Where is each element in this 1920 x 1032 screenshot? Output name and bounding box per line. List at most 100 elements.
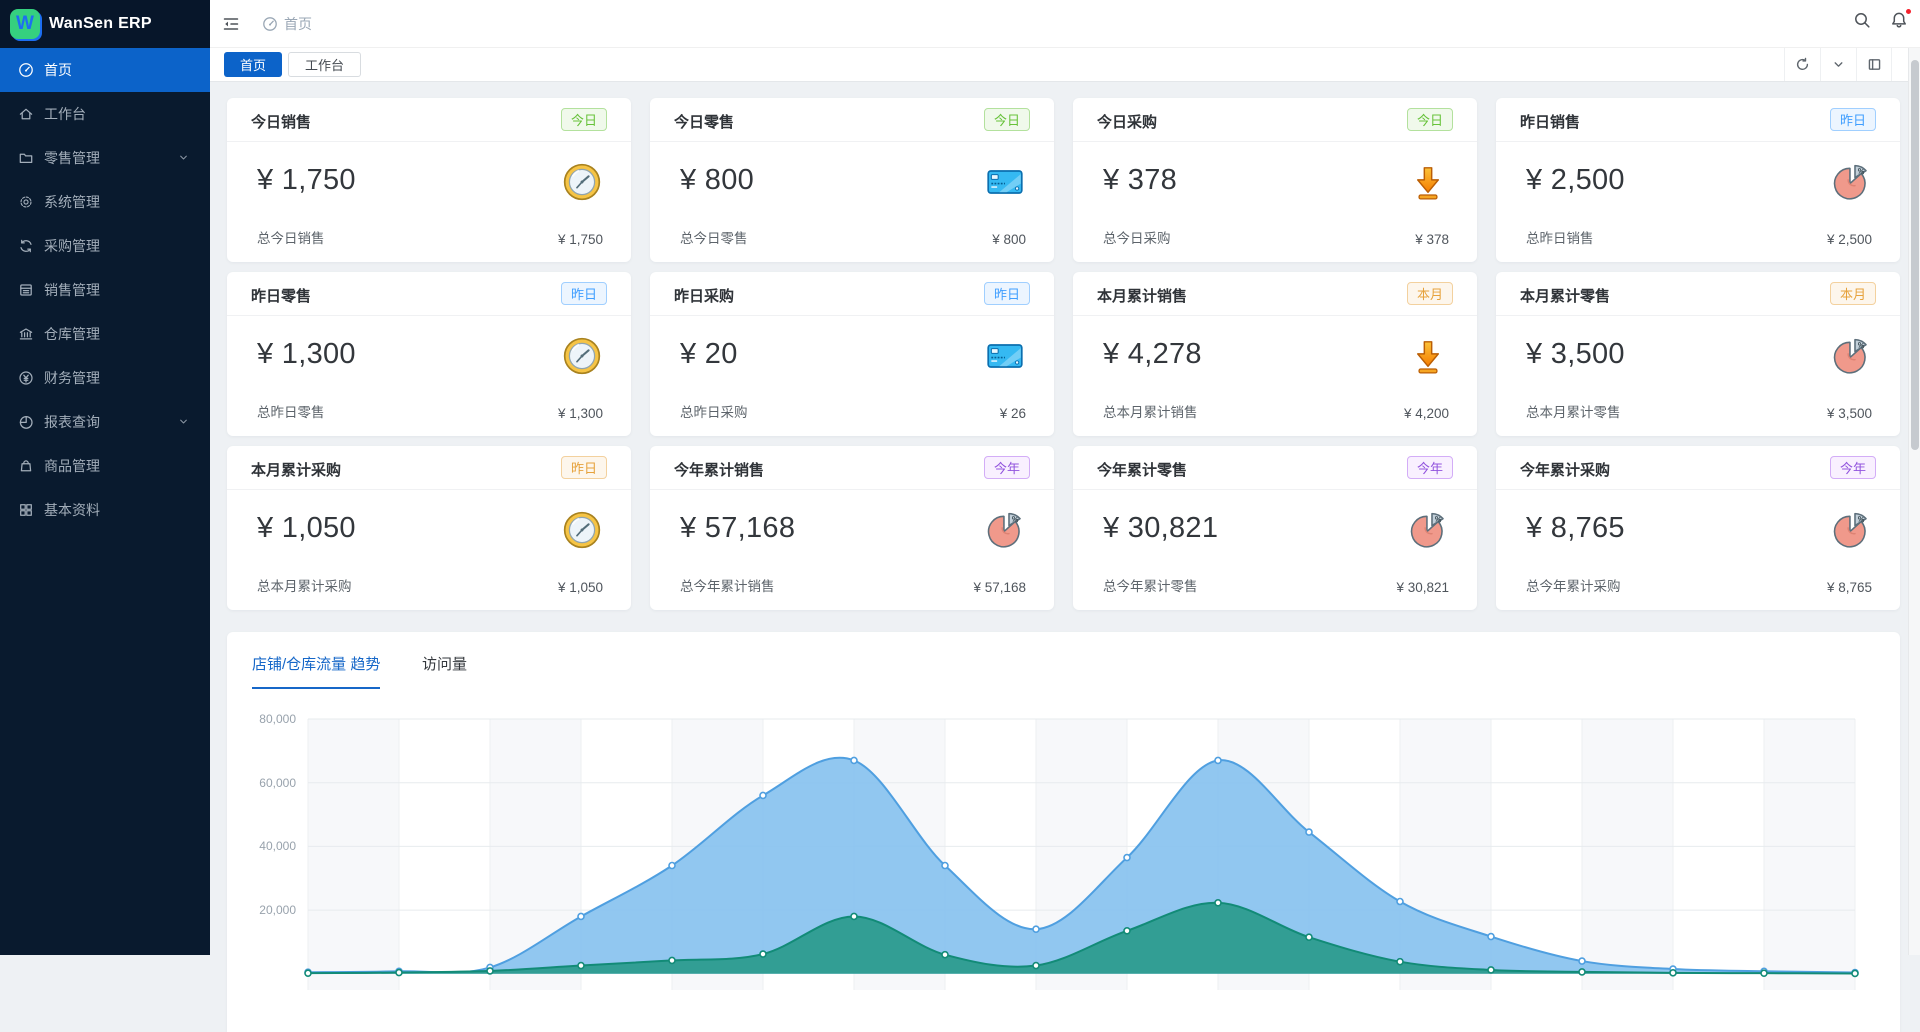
sidebar-item-label: 零售管理: [44, 148, 100, 168]
card-footer-label: 总昨日零售: [257, 401, 325, 421]
pie-percent-icon: %: [1830, 509, 1872, 551]
sidebar-item-label: 首页: [44, 60, 72, 80]
period-badge: 本月: [1830, 282, 1876, 305]
clock-icon: [561, 335, 603, 377]
card-footer-label: 总今日采购: [1103, 227, 1171, 247]
sidebar-item-label: 系统管理: [44, 192, 100, 212]
card-footer-label: 总昨日采购: [680, 401, 748, 421]
pie-percent-icon: %: [1830, 335, 1872, 377]
gear-icon: [18, 194, 34, 210]
card-title: 本月累计采购: [251, 459, 341, 480]
card-value: ¥ 30,821: [1103, 512, 1218, 545]
bank-card-icon: [984, 335, 1026, 377]
sidebar-item-7[interactable]: 财务管理: [0, 356, 210, 400]
stat-card-6: 本月累计销售本月¥ 4,278总本月累计销售¥ 4,200: [1073, 272, 1477, 436]
fold-box-icon[interactable]: [1856, 48, 1892, 81]
sidebar-item-4[interactable]: 采购管理: [0, 224, 210, 268]
chart-tab-flow-trend[interactable]: 店铺/仓库流量 趋势: [252, 653, 380, 689]
period-badge: 昨日: [561, 456, 607, 479]
top-header: 首页 文A ●●● 管理员: [210, 0, 1920, 48]
card-footer-value: ¥ 2,500: [1827, 232, 1872, 247]
bag-icon: [18, 458, 34, 474]
finance-icon: [18, 370, 34, 386]
card-footer-value: ¥ 26: [1000, 406, 1026, 421]
stat-card-11: 今年累计采购今年¥ 8,765%总今年累计采购¥ 8,765: [1496, 446, 1900, 610]
refresh-icon[interactable]: [1784, 48, 1820, 81]
sync-icon: [18, 238, 34, 254]
scrollbar-thumb[interactable]: [1911, 60, 1919, 450]
download-icon: [1407, 335, 1449, 377]
area-chart: 20,00040,00060,00080,000: [230, 700, 1910, 990]
breadcrumb[interactable]: 首页: [262, 14, 312, 34]
card-title: 今年累计采购: [1520, 459, 1610, 480]
dashboard-icon: [262, 16, 278, 32]
clock-icon: [561, 509, 603, 551]
card-value: ¥ 1,750: [257, 164, 356, 197]
card-value: ¥ 3,500: [1526, 338, 1625, 371]
stat-card-3: 昨日销售昨日¥ 2,500%总昨日销售¥ 2,500: [1496, 98, 1900, 262]
chevron-down-icon: [177, 151, 190, 164]
card-value: ¥ 57,168: [680, 512, 795, 545]
tab-home[interactable]: 首页: [224, 52, 282, 77]
stat-card-8: 本月累计采购昨日¥ 1,050总本月累计采购¥ 1,050: [227, 446, 631, 610]
home-icon: [18, 106, 34, 122]
y-axis-label: 60,000: [234, 776, 296, 790]
page-tabbar: 首页 工作台: [210, 48, 1920, 82]
sidebar-item-10[interactable]: 基本资料: [0, 488, 210, 532]
sidebar-item-1[interactable]: 工作台: [0, 92, 210, 136]
page-scrollbar[interactable]: [1908, 48, 1920, 955]
card-value: ¥ 2,500: [1526, 164, 1625, 197]
pie-icon: [18, 414, 34, 430]
card-footer-value: ¥ 57,168: [973, 580, 1026, 595]
sidebar-menu: 首页工作台零售管理系统管理采购管理销售管理仓库管理财务管理报表查询商品管理基本资…: [0, 48, 210, 532]
sidebar-item-label: 采购管理: [44, 236, 100, 256]
y-axis-label: 40,000: [234, 839, 296, 853]
pie-percent-icon: %: [1407, 509, 1449, 551]
card-footer-value: ¥ 3,500: [1827, 406, 1872, 421]
stat-card-1: 今日零售今日¥ 800总今日零售¥ 800: [650, 98, 1054, 262]
card-footer-value: ¥ 4,200: [1404, 406, 1449, 421]
card-value: ¥ 1,300: [257, 338, 356, 371]
sidebar-item-3[interactable]: 系统管理: [0, 180, 210, 224]
chevron-down-icon[interactable]: [1820, 48, 1856, 81]
chevron-down-icon: [177, 415, 190, 428]
sidebar-item-8[interactable]: 报表查询: [0, 400, 210, 444]
bank-icon: [18, 326, 34, 342]
card-title: 本月累计销售: [1097, 285, 1187, 306]
period-badge: 今日: [984, 108, 1030, 131]
sidebar-item-6[interactable]: 仓库管理: [0, 312, 210, 356]
svg-text:%: %: [1434, 514, 1443, 524]
svg-text:%: %: [1857, 166, 1866, 176]
period-badge: 今年: [984, 456, 1030, 479]
card-value: ¥ 800: [680, 164, 754, 197]
card-title: 今日零售: [674, 111, 734, 132]
download-icon: [1407, 161, 1449, 203]
card-title: 今日销售: [251, 111, 311, 132]
card-footer-value: ¥ 30,821: [1396, 580, 1449, 595]
stat-card-5: 昨日采购昨日¥ 20总昨日采购¥ 26: [650, 272, 1054, 436]
card-footer-label: 总本月累计采购: [257, 575, 352, 595]
sidebar-item-9[interactable]: 商品管理: [0, 444, 210, 488]
sidebar-item-0[interactable]: 首页: [0, 48, 210, 92]
card-footer-label: 总昨日销售: [1526, 227, 1594, 247]
sidebar: W WanSen ERP 首页工作台零售管理系统管理采购管理销售管理仓库管理财务…: [0, 0, 210, 955]
card-title: 昨日销售: [1520, 111, 1580, 132]
notification-dot: [1905, 8, 1912, 15]
sidebar-item-5[interactable]: 销售管理: [0, 268, 210, 312]
chart-tab-visits[interactable]: 访问量: [422, 653, 467, 674]
stat-card-9: 今年累计销售今年¥ 57,168%总今年累计销售¥ 57,168: [650, 446, 1054, 610]
pie-percent-icon: %: [1830, 161, 1872, 203]
sidebar-item-label: 财务管理: [44, 368, 100, 388]
sidebar-item-2[interactable]: 零售管理: [0, 136, 210, 180]
card-title: 昨日零售: [251, 285, 311, 306]
svg-text:%: %: [1857, 340, 1866, 350]
stat-card-10: 今年累计零售今年¥ 30,821%总今年累计零售¥ 30,821: [1073, 446, 1477, 610]
app-logo[interactable]: W WanSen ERP: [0, 0, 210, 48]
menu-fold-icon[interactable]: [222, 15, 240, 33]
card-footer-value: ¥ 800: [992, 232, 1026, 247]
card-footer-label: 总本月累计销售: [1103, 401, 1198, 421]
tab-workbench[interactable]: 工作台: [288, 52, 361, 77]
search-icon[interactable]: [1853, 11, 1871, 29]
period-badge: 今日: [1407, 108, 1453, 131]
card-title: 今年累计零售: [1097, 459, 1187, 480]
